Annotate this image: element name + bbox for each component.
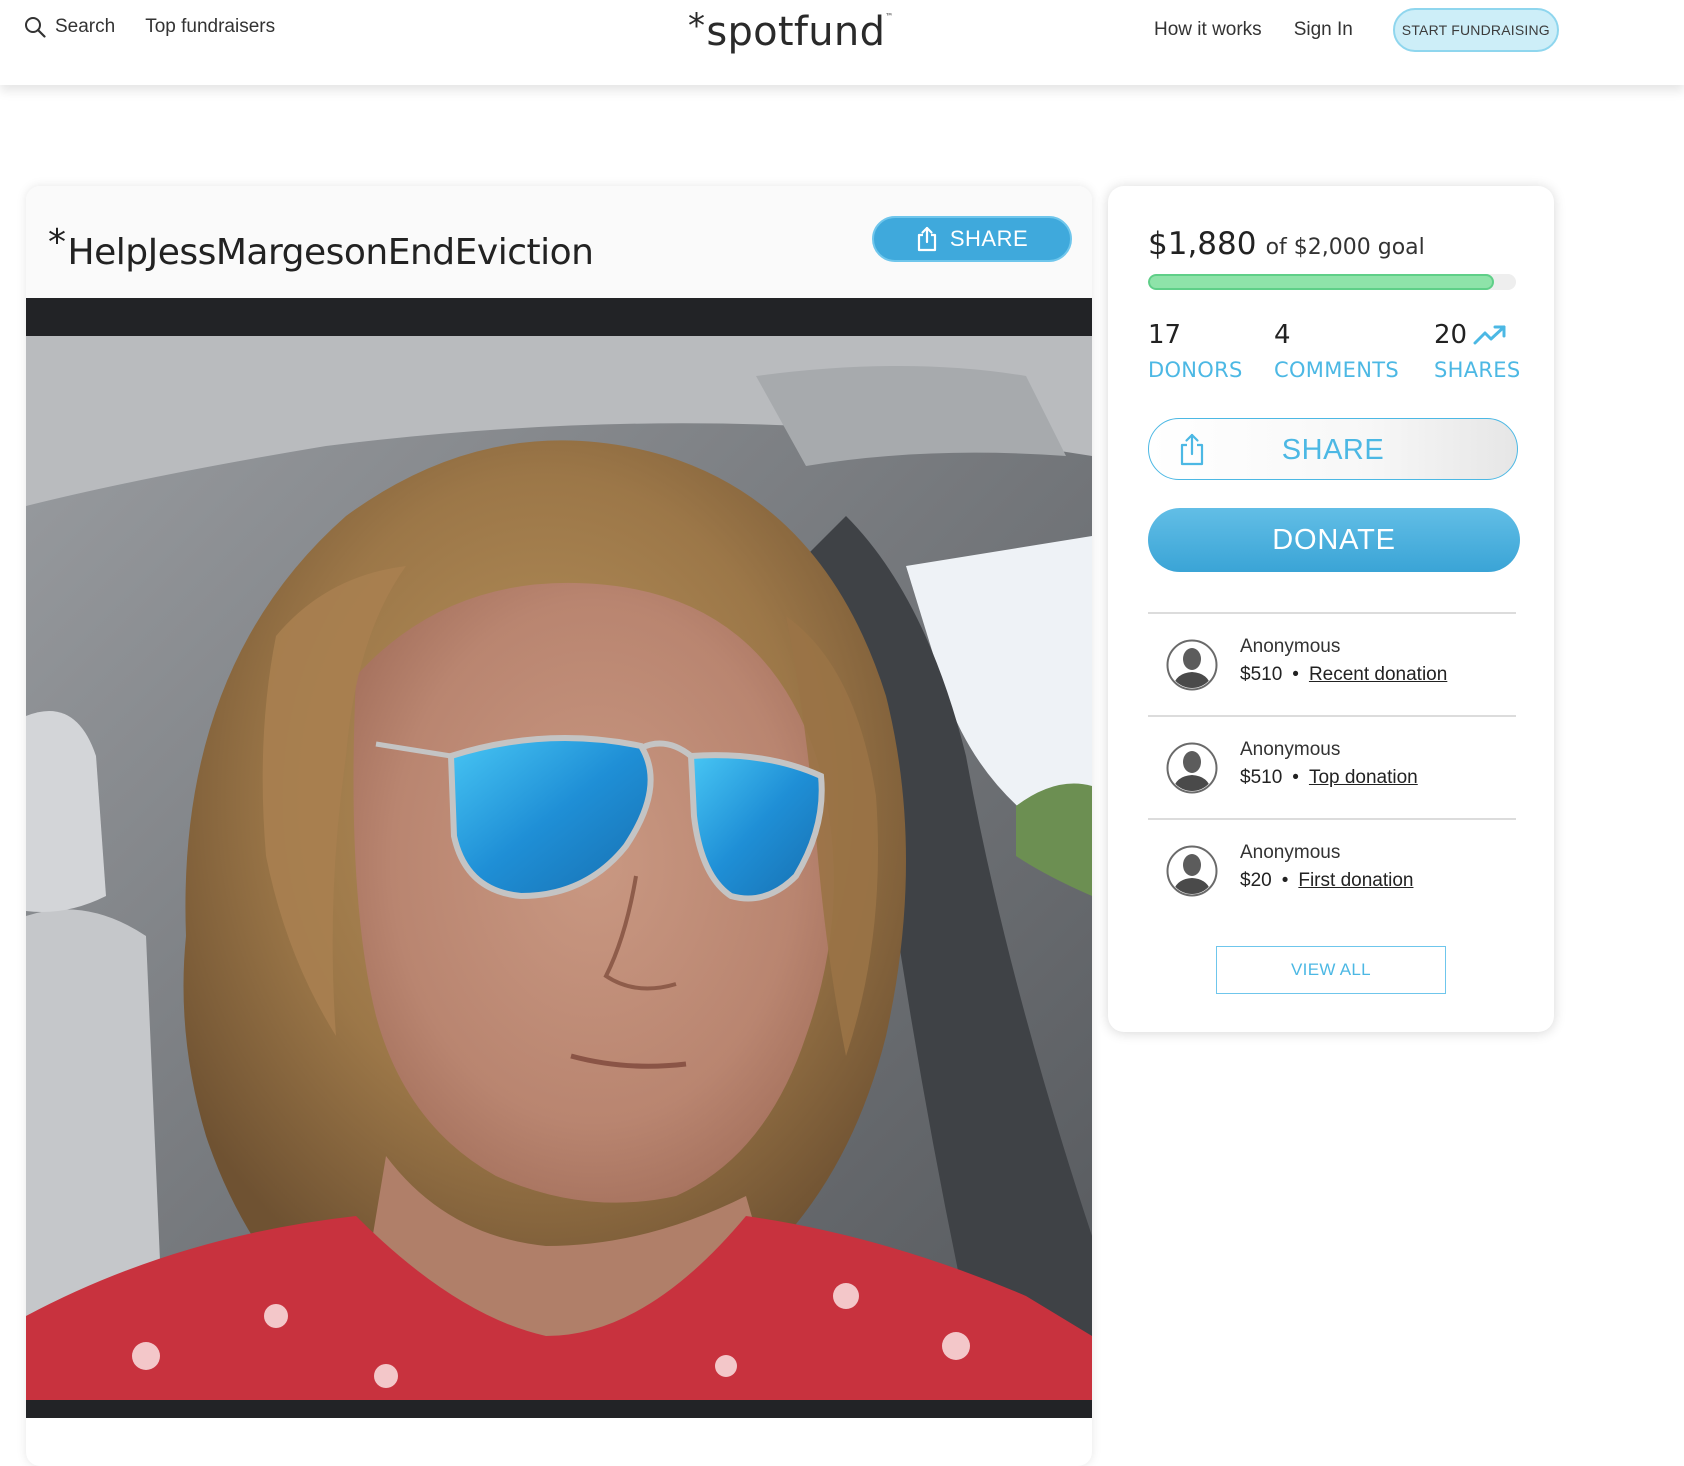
search-label: Search (55, 16, 116, 37)
sign-in-link[interactable]: Sign In (1294, 19, 1353, 41)
logo-text: spotfund (706, 9, 886, 55)
nav-left-group: Search Top fundraisers (24, 16, 275, 38)
separator-dot: • (1281, 870, 1289, 891)
shares-label: SHARES (1434, 358, 1521, 382)
how-it-works-link[interactable]: How it works (1154, 19, 1262, 41)
campaign-card: *HelpJessMargesonEndEviction SHARE (26, 186, 1092, 1466)
share-button-header[interactable]: SHARE (872, 216, 1072, 262)
donors-count: 17 (1148, 320, 1182, 350)
donation-amount: $510 (1240, 664, 1283, 685)
donor-name: Anonymous (1240, 739, 1341, 760)
logo-asterisk: * (688, 6, 706, 46)
share-icon (917, 226, 936, 252)
donate-button[interactable]: DONATE (1148, 508, 1520, 572)
search-icon (25, 17, 46, 38)
donation-amount: $20 (1240, 870, 1272, 891)
start-fundraising-button[interactable]: START FUNDRAISING (1392, 8, 1559, 52)
raised-summary: $1,880 of $2,000 goal (1148, 226, 1425, 262)
avatar-icon (1166, 639, 1218, 691)
donation-item: Anonymous $510 • Recent donation (1148, 612, 1516, 715)
donation-meta: $20 • First donation (1240, 870, 1413, 892)
donations-list: Anonymous $510 • Recent donation Anonymous… (1148, 612, 1516, 921)
logo-trademark: ™ (885, 12, 894, 21)
donors-label: DONORS (1148, 358, 1243, 382)
donation-amount: $510 (1240, 767, 1283, 788)
avatar-icon (1166, 742, 1218, 794)
campaign-title: *HelpJessMargesonEndEviction (48, 222, 594, 273)
goal-text: of $2,000 goal (1265, 235, 1425, 260)
title-asterisk: * (48, 222, 66, 263)
donation-item: Anonymous $510 • Top donation (1148, 715, 1516, 818)
share-button-header-label: SHARE (949, 226, 1029, 251)
donation-type-link[interactable]: Top donation (1309, 767, 1418, 788)
shares-count-row: 20 (1434, 320, 1520, 350)
comments-stat[interactable]: 4 COMMENTS (1274, 320, 1399, 382)
separator-dot: • (1292, 767, 1299, 788)
share-button-label: SHARE (1281, 434, 1385, 466)
shares-count: 20 (1434, 320, 1468, 350)
comments-label: COMMENTS (1274, 358, 1399, 382)
raised-amount: $1,880 (1148, 226, 1257, 262)
avatar-icon (1166, 845, 1218, 897)
spotfund-logo[interactable]: *spotfund™ (688, 6, 894, 55)
comments-count: 4 (1274, 320, 1291, 350)
donation-item: Anonymous $20 • First donation (1148, 818, 1516, 921)
nav-right-group: How it works Sign In START FUNDRAISING (1154, 8, 1559, 52)
campaign-header: *HelpJessMargesonEndEviction SHARE (26, 186, 1092, 298)
donation-meta: $510 • Top donation (1240, 767, 1418, 789)
donors-stat[interactable]: 17 DONORS (1148, 320, 1243, 382)
donor-name: Anonymous (1240, 636, 1341, 657)
progress-fill (1148, 274, 1494, 290)
shares-stat[interactable]: 20 SHARES (1434, 320, 1520, 382)
donation-summary-card: $1,880 of $2,000 goal 17 DONORS 4 COMMEN… (1108, 186, 1554, 1032)
donation-meta: $510 • Recent donation (1240, 664, 1447, 686)
view-all-button[interactable]: VIEW ALL (1216, 946, 1446, 994)
stats-row: 17 DONORS 4 COMMENTS 20 SHARES (1148, 320, 1528, 390)
trending-up-icon (1473, 325, 1506, 345)
campaign-title-text: HelpJessMargesonEndEviction (67, 232, 594, 273)
separator-dot: • (1292, 664, 1299, 685)
share-button[interactable]: SHARE (1148, 418, 1518, 480)
campaign-photo[interactable] (26, 336, 1092, 1400)
search-link[interactable]: Search (24, 16, 115, 38)
donor-name: Anonymous (1240, 842, 1341, 863)
top-fundraisers-link[interactable]: Top fundraisers (145, 16, 275, 38)
donation-type-link[interactable]: Recent donation (1309, 664, 1447, 685)
campaign-photo-frame (26, 298, 1092, 1418)
top-navbar: Search Top fundraisers *spotfund™ How it… (0, 0, 1684, 85)
campaign-photo-illustration (26, 336, 1092, 1400)
donation-type-link[interactable]: First donation (1298, 870, 1413, 891)
progress-bar (1148, 274, 1516, 290)
